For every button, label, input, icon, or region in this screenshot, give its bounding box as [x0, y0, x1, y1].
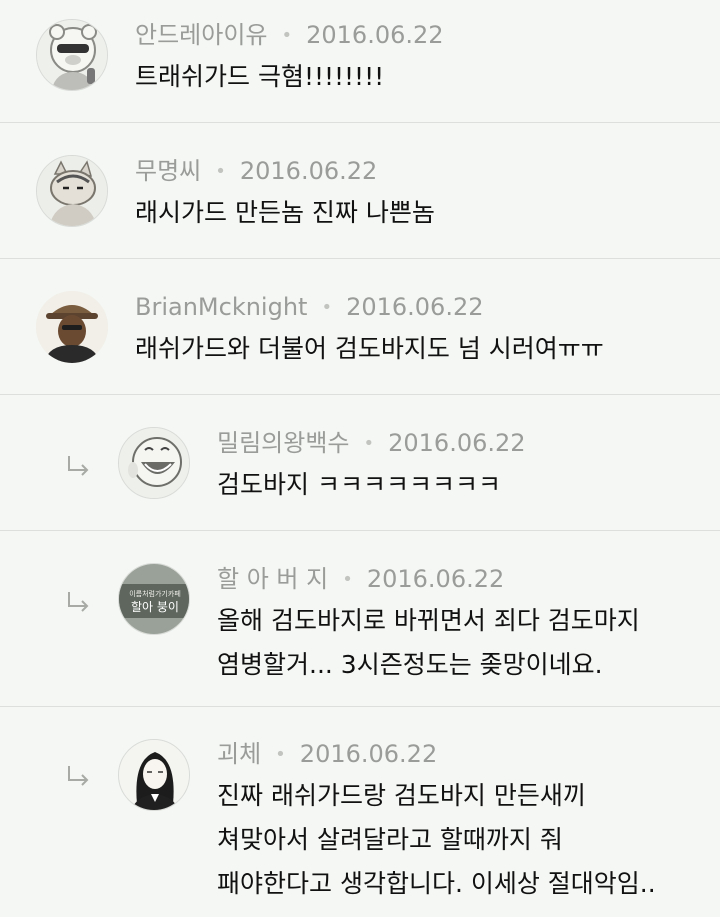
comment-item: 무명씨 • 2016.06.22 래시가드 만든놈 진짜 나쁜놈: [0, 123, 720, 259]
reply-arrow-icon: [68, 592, 89, 612]
author-name[interactable]: 밀림의왕백수: [217, 429, 349, 457]
separator-dot: •: [275, 744, 286, 765]
author-name[interactable]: 괴체: [217, 740, 261, 768]
reply-arrow-icon: [68, 456, 89, 476]
comment-text: 올해 검도바지로 바뀌면서 죄다 검도마지 염병할거... 3시즌정도는 좆망이…: [217, 606, 640, 679]
comment-item-reply: 이름처럼가기카페 할아 붕이 할 아 버 지 • 2016.06.22 올해 검도바…: [0, 531, 720, 707]
comment-date: 2016.06.22: [346, 293, 484, 321]
reply-arrow-icon: [68, 766, 89, 786]
comment-date: 2016.06.22: [388, 429, 526, 457]
separator-dot: •: [363, 433, 375, 454]
comment-meta: 괴체 • 2016.06.22: [217, 738, 437, 771]
comment-date: 2016.06.22: [306, 21, 444, 49]
cat-character-avatar[interactable]: [36, 155, 108, 227]
avatar-sign-top-text: 이름처럼가기카페: [129, 589, 181, 598]
comment-text: 검도바지 ㅋㅋㅋㅋㅋㅋㅋㅋ: [217, 470, 501, 499]
comment-meta: 밀림의왕백수 • 2016.06.22: [217, 427, 526, 460]
comment-date: 2016.06.22: [239, 157, 378, 185]
comment-meta: BrianMcknight • 2016.06.22: [135, 291, 484, 324]
comment-date: 2016.06.22: [299, 740, 438, 768]
separator-dot: •: [281, 25, 293, 46]
separator-dot: •: [342, 569, 353, 590]
comment-item-reply: 괴체 • 2016.06.22 진짜 래쉬가드랑 검도바지 만든새끼 쳐맞아서 살려…: [0, 707, 720, 917]
author-name[interactable]: BrianMcknight: [135, 293, 307, 321]
author-name[interactable]: 안드레아이유: [135, 21, 267, 49]
comment-item: BrianMcknight • 2016.06.22 래쉬가드와 더불어 검도바지도…: [0, 259, 720, 395]
laughing-face-avatar[interactable]: [118, 427, 190, 499]
comment-date: 2016.06.22: [366, 565, 505, 593]
comment-item: 안드레아이유 • 2016.06.22 트래쉬가드 극혐!!!!!!!!: [0, 0, 720, 123]
avatar-sign-main-text: 할아 붕이: [131, 600, 179, 614]
comment-meta: 무명씨 • 2016.06.22: [135, 155, 377, 188]
long-hair-illustration-avatar[interactable]: [118, 739, 190, 811]
bear-character-avatar[interactable]: [36, 19, 108, 91]
comment-meta: 할 아 버 지 • 2016.06.22: [217, 563, 504, 596]
man-with-hat-photo-avatar[interactable]: [36, 291, 108, 363]
comment-item-reply: 밀림의왕백수 • 2016.06.22 검도바지 ㅋㅋㅋㅋㅋㅋㅋㅋ: [0, 395, 720, 531]
comment-meta: 안드레아이유 • 2016.06.22: [135, 19, 444, 52]
separator-dot: •: [321, 297, 333, 318]
comment-text: 래쉬가드와 더불어 검도바지도 넘 시러여ㅠㅠ: [135, 334, 604, 363]
comment-text: 진짜 래쉬가드랑 검도바지 만든새끼 쳐맞아서 살려달라고 할때까지 줘 패야한…: [217, 781, 656, 898]
author-name[interactable]: 무명씨: [135, 157, 201, 185]
author-name[interactable]: 할 아 버 지: [217, 565, 328, 593]
comment-text: 래시가드 만든놈 진짜 나쁜놈: [135, 198, 435, 227]
separator-dot: •: [215, 161, 226, 182]
comment-list: 안드레아이유 • 2016.06.22 트래쉬가드 극혐!!!!!!!! 무명씨 • 2…: [0, 0, 720, 917]
cafe-sign-avatar[interactable]: 이름처럼가기카페 할아 붕이: [118, 563, 190, 635]
comment-text: 트래쉬가드 극혐!!!!!!!!: [135, 62, 385, 91]
